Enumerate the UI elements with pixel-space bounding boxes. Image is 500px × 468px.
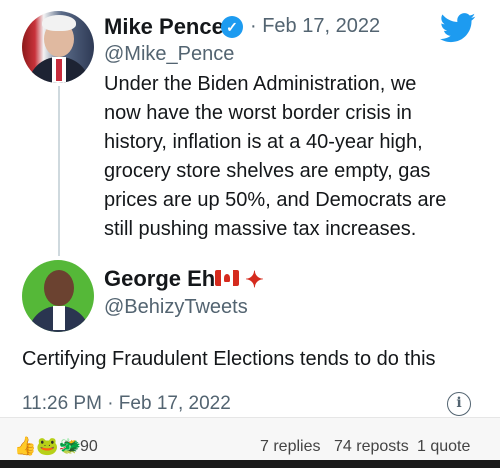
- maple-leaf-icon: ✦: [245, 267, 264, 293]
- canada-flag-icon: [215, 270, 240, 287]
- tweet-text-line: now have the worst border crisis in: [104, 102, 412, 124]
- verified-badge-icon: ✓: [221, 16, 243, 38]
- thread-connector-line: [58, 86, 60, 256]
- tweet-text-line: still pushing massive tax increases.: [104, 218, 417, 240]
- quotes-count[interactable]: 1 quote: [417, 438, 470, 456]
- reply-tweet-text: Certifying Fraudulent Elections tends to…: [22, 348, 436, 370]
- twitter-bird-icon: [440, 13, 476, 43]
- tweet-text-line: Under the Biden Administration, we: [104, 73, 417, 95]
- george-eh-avatar[interactable]: [22, 260, 94, 332]
- original-tweet-text: Under the Biden Administration, we now h…: [104, 70, 494, 244]
- avatar-hair: [42, 15, 76, 31]
- original-author-name[interactable]: Mike Pence: [104, 14, 224, 40]
- reply-timestamp[interactable]: 11:26 PM · Feb 17, 2022: [22, 393, 231, 415]
- tweet-text-line: prices are up 50%, and Democrats are: [104, 189, 447, 211]
- reaction-count[interactable]: 90: [80, 438, 98, 456]
- tweet-text-line: history, inflation is at a 40-year high,: [104, 131, 423, 153]
- reply-author-name-row: George Eh ✦: [104, 266, 264, 293]
- mike-pence-avatar[interactable]: [22, 11, 94, 83]
- tweet-text-line: grocery store shelves are empty, gas: [104, 160, 431, 182]
- info-icon[interactable]: i: [447, 392, 471, 416]
- avatar-tie: [56, 59, 62, 81]
- bottom-edge-bar: [0, 460, 500, 468]
- reaction-emoji-icons[interactable]: 👍🐸🐲: [14, 436, 81, 457]
- avatar-face: [44, 270, 74, 306]
- reply-author-handle[interactable]: @BehizyTweets: [104, 296, 248, 319]
- avatar-shirt: [53, 306, 65, 330]
- replies-count[interactable]: 7 replies: [260, 438, 320, 456]
- original-author-handle[interactable]: @Mike_Pence: [104, 43, 234, 66]
- original-tweet-date[interactable]: · Feb 17, 2022: [250, 15, 380, 38]
- reposts-count[interactable]: 74 reposts: [334, 438, 409, 456]
- reply-author-name[interactable]: George Eh: [104, 266, 215, 291]
